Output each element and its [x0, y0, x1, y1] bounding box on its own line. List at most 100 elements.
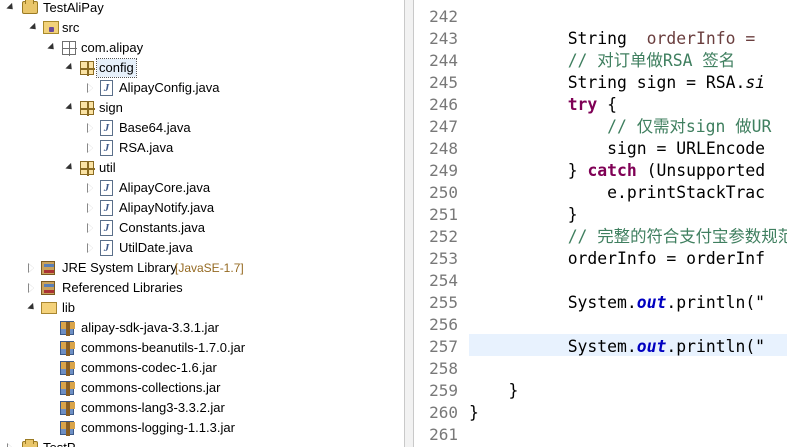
- collapse-arrow-icon[interactable]: [86, 203, 96, 213]
- java-file-icon: J: [100, 120, 113, 136]
- code-area[interactable]: String orderInfo = // 对订单做RSA 签名 String …: [469, 0, 787, 447]
- tree-item-jar[interactable]: commons-logging-1.1.3.jar: [0, 418, 404, 438]
- package-icon: [80, 61, 95, 76]
- expand-arrow-icon[interactable]: [29, 23, 39, 33]
- tree-item-jre[interactable]: JRE System Library [JavaSE-1.7]: [0, 258, 404, 278]
- tree-item-util[interactable]: util: [0, 158, 404, 178]
- jar-label: commons-beanutils-1.7.0.jar: [81, 340, 246, 355]
- collapse-arrow-icon[interactable]: [86, 83, 96, 93]
- tree-item-constants[interactable]: J Constants.java: [0, 218, 404, 238]
- file-label: AlipayNotify.java: [119, 200, 215, 215]
- line-number: 247: [429, 117, 458, 136]
- tree-item-rsa[interactable]: J RSA.java: [0, 138, 404, 158]
- file-label: UtilDate.java: [119, 240, 193, 255]
- comment: // 完整的符合支付宝参数规范: [567, 227, 787, 246]
- tree-item-alipaycore[interactable]: J AlipayCore.java: [0, 178, 404, 198]
- line-number: 249: [429, 161, 458, 180]
- tree-item-jar[interactable]: commons-lang3-3.3.2.jar: [0, 398, 404, 418]
- comment: // 仅需对sign 做UR: [607, 117, 772, 136]
- collapse-arrow-icon[interactable]: [86, 143, 96, 153]
- token: }: [567, 161, 588, 180]
- tree-item-jar[interactable]: commons-beanutils-1.7.0.jar: [0, 338, 404, 358]
- tree-item-next-project[interactable]: TestP: [0, 438, 404, 447]
- code-line-247: // 仅需对sign 做UR: [469, 116, 787, 138]
- tree-item-referenced-libraries[interactable]: Referenced Libraries: [0, 278, 404, 298]
- java-file-icon: J: [100, 140, 113, 156]
- field: out: [636, 293, 667, 312]
- comment: // 对订单做RSA 签名: [567, 51, 736, 70]
- project-folder-icon: [22, 439, 38, 447]
- token: .println(": [666, 293, 766, 312]
- jar-icon: [60, 321, 75, 336]
- package-explorer-tree[interactable]: TestAliPay src com.alipay config J Alipa…: [0, 0, 404, 447]
- code-line-259: }: [469, 380, 787, 402]
- tree-item-config[interactable]: config: [0, 58, 404, 78]
- tree-item-sign[interactable]: sign: [0, 98, 404, 118]
- line-number: 252: [429, 227, 458, 246]
- line-number: 250: [429, 183, 458, 202]
- jar-icon: [60, 341, 75, 356]
- expand-arrow-icon[interactable]: [65, 63, 75, 73]
- expand-arrow-icon[interactable]: [47, 43, 57, 53]
- line-number: 251: [429, 205, 458, 224]
- referenced-libraries-label: Referenced Libraries: [62, 280, 183, 295]
- jar-label: commons-lang3-3.3.2.jar: [81, 400, 225, 415]
- tree-item-jar[interactable]: commons-collections.jar: [0, 378, 404, 398]
- tree-item-project[interactable]: TestAliPay: [0, 0, 404, 18]
- expand-arrow-icon[interactable]: [65, 103, 75, 113]
- collapse-arrow-icon[interactable]: [86, 183, 96, 193]
- tree-item-lib[interactable]: lib: [0, 298, 404, 318]
- code-line-249: } catch (Unsupported: [469, 160, 787, 182]
- tree-item-alipaynotify[interactable]: J AlipayNotify.java: [0, 198, 404, 218]
- expand-arrow-icon[interactable]: [27, 303, 37, 313]
- token: .println(": [666, 337, 766, 356]
- field: out: [636, 337, 667, 356]
- code-line-244: // 对订单做RSA 签名: [469, 50, 787, 72]
- java-file-icon: J: [100, 80, 113, 96]
- project-folder-icon: [22, 0, 38, 14]
- line-number: 259: [429, 381, 458, 400]
- collapse-arrow-icon[interactable]: [86, 223, 96, 233]
- tree-item-alipayconfig[interactable]: J AlipayConfig.java: [0, 78, 404, 98]
- tree-item-root-package[interactable]: com.alipay: [0, 38, 404, 58]
- tree-item-jar[interactable]: alipay-sdk-java-3.3.1.jar: [0, 318, 404, 338]
- package-label: config: [96, 58, 137, 78]
- pane-splitter[interactable]: [404, 0, 414, 447]
- tree-item-utildate[interactable]: J UtilDate.java: [0, 238, 404, 258]
- token: sign = URLEncode: [607, 139, 766, 158]
- source-folder-icon: [43, 21, 59, 34]
- tree-item-src[interactable]: src: [0, 18, 404, 38]
- token: }: [469, 403, 479, 422]
- collapse-arrow-icon[interactable]: [86, 123, 96, 133]
- line-number: 261: [429, 425, 458, 444]
- line-number: 246: [429, 95, 458, 114]
- jar-icon: [60, 421, 75, 436]
- collapse-arrow-icon[interactable]: [27, 283, 37, 293]
- collapse-arrow-icon[interactable]: [6, 443, 16, 447]
- code-line-243: String orderInfo =: [469, 28, 787, 50]
- java-file-icon: J: [100, 200, 113, 216]
- code-editor[interactable]: 242 243 244 245 246 247 248 249 250 251 252 253 254 2…: [414, 0, 787, 447]
- tree-item-base64[interactable]: J Base64.java: [0, 118, 404, 138]
- token: (Unsupported: [636, 161, 766, 180]
- expand-arrow-icon[interactable]: [65, 163, 75, 173]
- expand-arrow-icon[interactable]: [6, 3, 16, 13]
- file-label: Base64.java: [119, 120, 191, 135]
- line-number: 245: [429, 73, 458, 92]
- collapse-arrow-icon[interactable]: [86, 243, 96, 253]
- collapse-arrow-icon[interactable]: [27, 263, 37, 273]
- code-line-250: e.printStackTrac: [469, 182, 787, 204]
- tree-item-jar[interactable]: commons-codec-1.6.jar: [0, 358, 404, 378]
- line-number: 260: [429, 403, 458, 422]
- package-icon: [80, 101, 95, 116]
- java-file-icon: J: [100, 240, 113, 256]
- project-label: TestP: [41, 439, 78, 447]
- line-number: 255: [429, 293, 458, 312]
- package-label: util: [99, 160, 116, 175]
- jre-version-decoration: [JavaSE-1.7]: [175, 261, 244, 275]
- token: {: [597, 95, 618, 114]
- jar-icon: [60, 401, 75, 416]
- line-number: 253: [429, 249, 458, 268]
- code-line-246: try {: [469, 94, 787, 116]
- keyword: catch: [587, 161, 637, 180]
